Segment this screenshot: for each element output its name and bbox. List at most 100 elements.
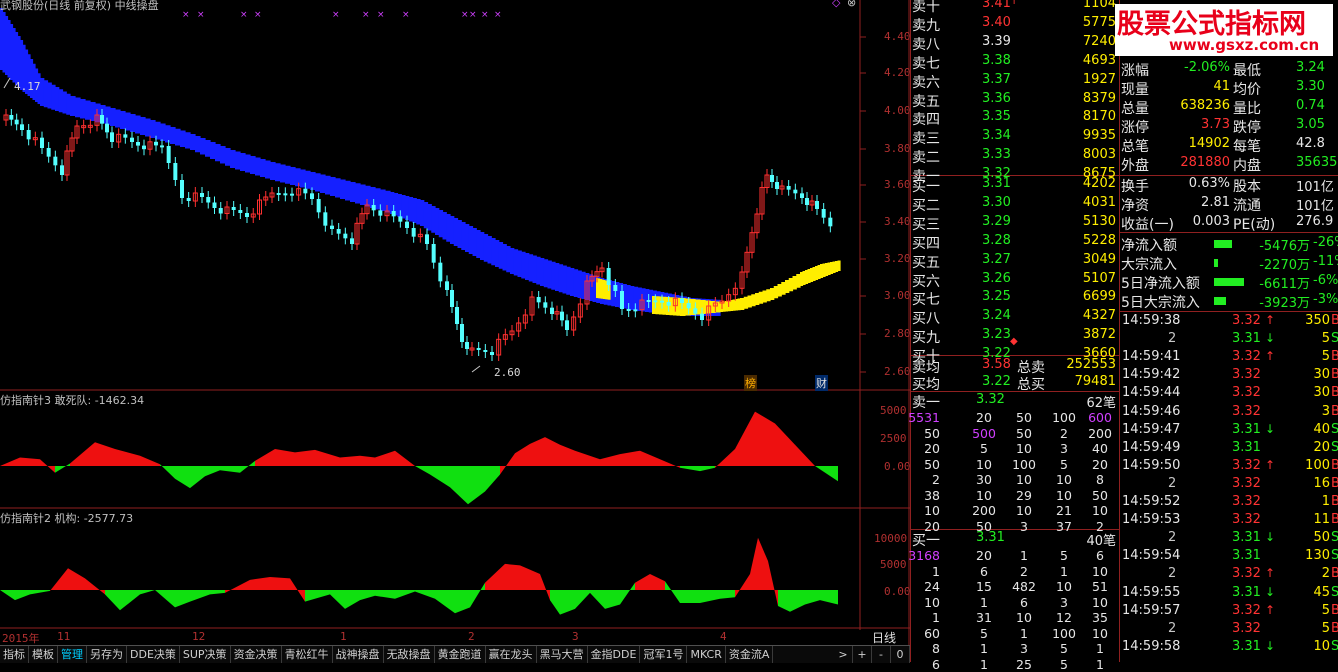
tick-arrow-icon: ↓ — [1265, 638, 1276, 653]
date-label-3: 3 — [572, 630, 579, 643]
bottom-tab[interactable]: DDE决策 — [127, 646, 180, 663]
queue-cell: 8 — [1096, 472, 1104, 487]
bottom-tab[interactable]: 黑马大营 — [537, 646, 588, 663]
band-segment — [360, 184, 366, 205]
bottom-tab[interactable]: SUP决策 — [180, 646, 231, 663]
indicator-fill — [375, 590, 395, 599]
queue-cell: 50 — [1016, 425, 1032, 441]
period-label[interactable]: 日线 — [872, 629, 896, 646]
close-icon[interactable]: ⊗ — [847, 0, 856, 9]
flow-key: 净流入额 — [1121, 238, 1177, 254]
candle-body — [775, 182, 779, 189]
avg-label: 买均 — [912, 377, 940, 393]
finance-tag[interactable]: 财 — [815, 375, 828, 391]
bottom-tab[interactable]: 资金决策 — [231, 646, 282, 663]
signal-marker: × — [197, 10, 205, 20]
bottom-tab[interactable]: 金指DDE — [588, 646, 641, 663]
flow-key: 5日大宗流入 — [1121, 295, 1200, 311]
kline-chart[interactable]: × × × × × × × × × × × × — [0, 0, 910, 645]
date-label-year: 2015年 — [2, 632, 40, 645]
nav-button[interactable]: > — [834, 646, 853, 663]
tick-volume: 30 — [1313, 367, 1330, 383]
avg-price: 3.22 — [982, 374, 1011, 389]
flow-pct: -26% — [1313, 235, 1338, 250]
candle-body — [821, 209, 826, 218]
tick-price: 3.32 — [1232, 403, 1261, 419]
indicator-fill — [450, 466, 468, 505]
queue-cell: 2 — [932, 472, 940, 487]
indicator-fill — [600, 454, 620, 466]
indicator-fill — [485, 466, 500, 492]
bottom-tab[interactable]: 无敌操盘 — [384, 646, 435, 663]
stat-key-2: 流通 — [1233, 198, 1261, 214]
bottom-tab[interactable]: 另存为 — [87, 646, 127, 663]
tick-volume: 130 — [1305, 548, 1330, 564]
bottom-tab[interactable]: 战神操盘 — [333, 646, 384, 663]
rank-tag[interactable]: 榜 — [744, 375, 757, 391]
band-segment — [255, 157, 261, 176]
flow-pct: -11% — [1313, 254, 1338, 269]
indicator-fill — [40, 459, 55, 473]
band-segment — [105, 106, 111, 125]
diamond-icon: ◇ — [832, 0, 841, 9]
band-segment — [740, 298, 745, 310]
indicator-fill — [305, 590, 330, 602]
band-segment — [210, 142, 216, 159]
bottom-tab[interactable]: 黄金跑道 — [435, 646, 486, 663]
bottom-tab[interactable]: 赢在龙头 — [486, 646, 537, 663]
nav-button[interactable]: + — [853, 646, 872, 663]
band-segment — [666, 297, 671, 315]
candle-body — [476, 348, 481, 350]
buy-level-label: 买八 — [912, 311, 940, 328]
flow-value: -2270万 — [1259, 258, 1310, 273]
queue-cell: 100 — [1052, 625, 1076, 641]
queue-cell: 8 — [932, 641, 940, 656]
buy-level-label: 买二 — [912, 197, 940, 214]
band-segment — [416, 199, 421, 225]
tick-volume: 3 — [1321, 403, 1330, 419]
indicator-fill — [750, 537, 758, 590]
queue-cell: 2 — [1060, 425, 1068, 441]
tick-volume: 45 — [1313, 584, 1330, 600]
bottom-tab[interactable]: MKCR — [687, 646, 726, 663]
tick-arrow-icon: ↑ — [1265, 566, 1276, 581]
queue-cell: 10 — [1092, 503, 1108, 518]
indicator-fill — [805, 590, 820, 605]
nav-button[interactable]: - — [872, 646, 891, 663]
stat-value: 2.81 — [1201, 195, 1230, 210]
band-segment — [55, 87, 60, 111]
tick-price: 3.32 — [1232, 367, 1261, 383]
indicator-fill — [85, 578, 105, 595]
bottom-tab[interactable]: 指标 — [0, 646, 29, 663]
queue-cell: 1 — [1020, 548, 1028, 563]
indicator-fill — [255, 449, 275, 466]
indicator-fill — [700, 466, 715, 472]
band-segment — [66, 93, 71, 115]
band-segment — [536, 256, 541, 285]
bottom-tab[interactable]: 青松红牛 — [282, 646, 333, 663]
band-segment — [498, 242, 504, 269]
band-segment — [487, 236, 492, 264]
candle-body — [800, 193, 804, 198]
bottom-tab[interactable]: 模板 — [29, 646, 58, 663]
queue-cell: 1 — [980, 656, 988, 672]
band-segment — [320, 174, 326, 193]
band-segment — [755, 293, 760, 305]
bottom-tab[interactable]: 冠军1号 — [640, 646, 688, 663]
candle-body — [105, 123, 109, 133]
indicator-fill — [15, 590, 30, 601]
band-segment — [766, 289, 771, 302]
indicator-fill — [175, 590, 190, 608]
candle-body — [646, 300, 651, 302]
buy-level-volume: 6699 — [1082, 289, 1116, 305]
candle-body — [378, 210, 383, 216]
band-segment — [566, 266, 571, 295]
band-segment — [785, 280, 790, 293]
candle-body — [460, 324, 464, 342]
candle-body — [666, 302, 671, 306]
bottom-tab[interactable]: 资金流A — [726, 646, 774, 663]
bottom-tab[interactable]: 管理 — [58, 646, 87, 663]
band-segment — [295, 168, 301, 187]
queue-cell: 10 — [1056, 472, 1072, 487]
indicator-fill — [55, 463, 70, 473]
